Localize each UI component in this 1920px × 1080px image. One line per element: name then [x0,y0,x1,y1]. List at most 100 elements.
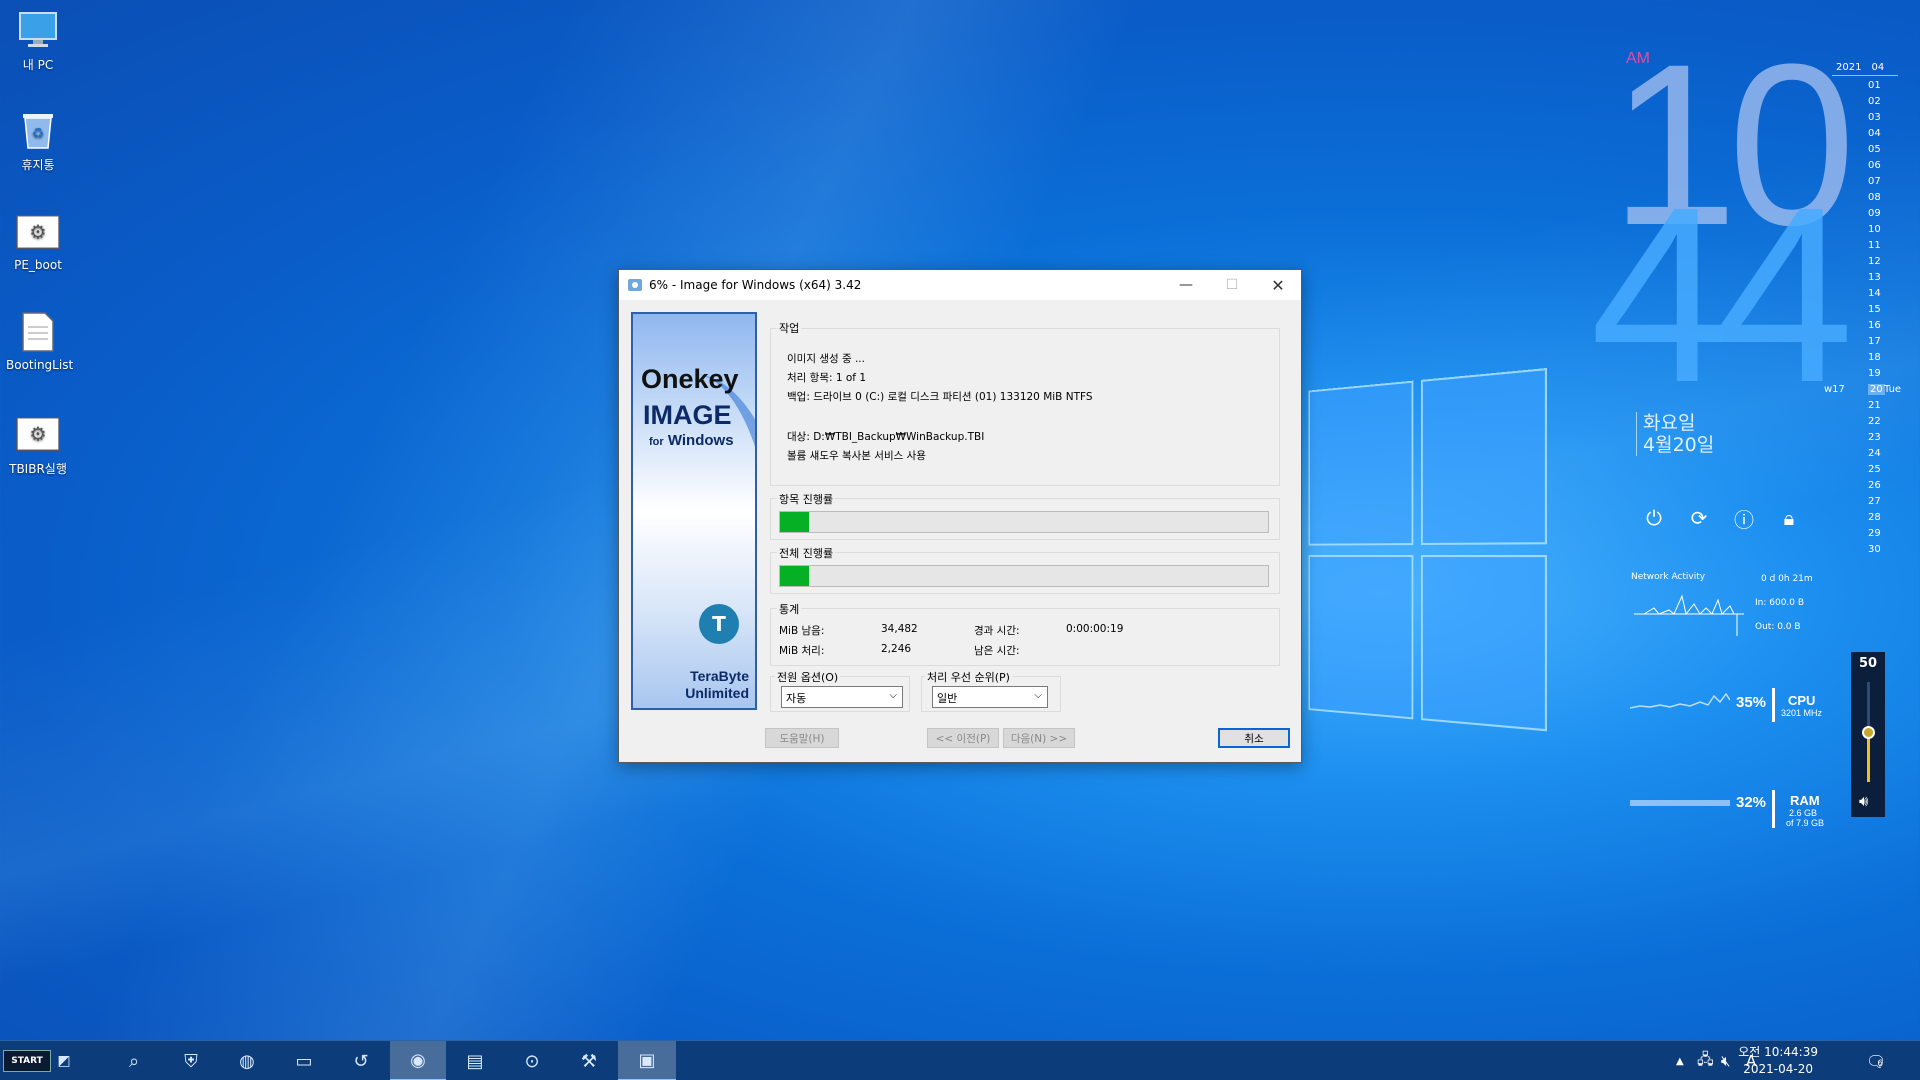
browser-icon[interactable]: ◉ [390,1041,446,1080]
calendar-day: 23 [1868,432,1881,443]
power-icon[interactable]: ⏻ [1641,505,1667,531]
tray-clock-date: 2021-04-20 [1743,1062,1813,1076]
prev-button[interactable]: << 이전(P) [927,728,999,748]
task-vss: 볼륨 섀도우 복사본 서비스 사용 [787,450,926,462]
shutdown-icon[interactable]: ⓘ [1731,505,1757,532]
image-for-windows-taskbar-icon[interactable]: ▣ [618,1041,676,1080]
notification-icon[interactable]: 🗨︎ 6 [1866,1041,1886,1080]
day-name: 화요일 [1643,412,1696,434]
window-icon[interactable]: ▭ [276,1041,332,1080]
media-icon[interactable]: ⊙ [504,1041,560,1080]
power-option-select[interactable]: 자동 ⌵ [781,686,903,708]
next-button[interactable]: 다음(N) >> [1003,728,1075,748]
calendar-day: 01 [1868,80,1881,91]
desktop-icon-label: TBIBR실행 [9,462,67,476]
show-desktop-icon[interactable]: ◩ [52,1041,76,1080]
banner-for-windows: for Windows [649,432,734,449]
desktop-icon-pe-boot[interactable]: ⚙ PE_boot [6,210,70,272]
stats-group [770,608,1280,666]
shield-icon[interactable]: ⛨ [163,1041,219,1080]
image-for-windows-dialog: 6% - Image for Windows (x64) 3.42 — ☐ ✕ … [618,269,1302,763]
power-option-label: 전원 옵션(O) [775,669,841,685]
volume-level: 50 [1858,656,1878,671]
priority-value: 일반 [937,692,958,705]
calendar-day: 19 [1868,368,1881,379]
speaker-icon[interactable]: 🔊︎ [1859,792,1868,810]
svg-text:♻: ♻ [32,126,45,142]
mib-remaining-value: 34,482 [881,623,918,635]
network-uptime: 0 d 0h 21m [1761,574,1813,584]
maximize-button[interactable]: ☐ [1209,270,1255,300]
restore-icon[interactable]: ↺ [333,1041,389,1080]
globe-icon[interactable]: ◍ [219,1041,275,1080]
desktop-icon-label: BootingList [6,358,74,372]
calendar-day: 29 [1868,528,1881,539]
task-group-label: 작업 [777,320,802,336]
product-banner: Onekey IMAGE for Windows T TeraByte Unli… [631,312,757,710]
folder-icon[interactable]: ▤ [447,1041,503,1080]
close-button[interactable]: ✕ [1255,270,1301,300]
desktop-icon-recycle-bin[interactable]: ♻ 휴지통 [6,108,70,173]
calendar-day: 28 [1868,512,1881,523]
cpu-label: CPU [1788,693,1816,708]
mib-remaining-label: MiB 남음: [779,625,825,637]
elapsed-value: 0:00:00:19 [1066,623,1124,635]
cancel-button[interactable]: 취소 [1218,728,1290,748]
calendar-day: 18 [1868,352,1881,363]
desktop-icon-tbibr[interactable]: ⚙ TBIBR실행 [6,412,70,477]
calendar-day: 26 [1868,480,1881,491]
ram-sub1: 2.6 GB [1789,808,1818,818]
ram-bar [1630,800,1730,806]
document-icon [16,310,60,354]
calendar-day: 02 [1868,96,1881,107]
task-source: 백업: 드라이브 0 (C:) 로컬 디스크 파티션 (01) 133120 M… [787,391,1093,403]
total-progress-bar [779,565,1269,587]
svg-text:⚙: ⚙ [29,423,46,446]
calendar-day: 15 [1868,304,1881,315]
desktop-icon-bootinglist[interactable]: BootingList [6,310,74,372]
calendar-day: 17 [1868,336,1881,347]
volume-knob[interactable] [1862,726,1875,739]
restart-icon[interactable]: ⟳ [1686,505,1712,531]
lock-icon[interactable]: 🔒︎ [1776,505,1802,531]
tray-clock[interactable]: 오전 10:44:39 2021-04-20 [1738,1044,1818,1078]
banner-onekey: Onekey [641,364,739,394]
desktop-icon-label: 휴지통 [21,158,55,172]
search-icon[interactable]: ⌕ [106,1041,162,1080]
banner-image: IMAGE [643,400,732,430]
volume-muted-tray-icon[interactable]: 🔇︎ [1721,1041,1730,1080]
calendar-day: 04 [1868,128,1881,139]
cpu-graph [1630,692,1730,709]
network-out: Out: 0.0 B [1755,622,1801,632]
network-tray-icon[interactable]: 🖧︎ [1697,1041,1714,1080]
task-status: 이미지 생성 중 ... [787,353,865,365]
settings-shortcut-icon: ⚙ [16,210,60,254]
volume-widget[interactable]: 50 🔊︎ [1851,652,1885,817]
calendar-column: 2021 04 01 02 03 04 05 06 07 08 09 10 11 12 13 14 15 16… [1824,62,1902,558]
calendar-year: 2021 [1836,62,1862,73]
mib-processed-value: 2,246 [881,643,912,655]
help-button[interactable]: 도움말(H) [765,728,839,748]
mib-processed-label: MiB 처리: [779,645,825,657]
network-title: Network Activity [1631,572,1706,582]
minimize-button[interactable]: — [1163,270,1209,300]
calendar-day: 12 [1868,256,1881,267]
desktop-icon-my-pc[interactable]: 내 PC [6,8,70,73]
chevron-down-icon: ⌵ [1034,690,1042,701]
calendar-day: 22 [1868,416,1881,427]
tool-icon[interactable]: ⚒ [561,1041,617,1080]
tray-clock-time: 오전 10:44:39 [1738,1045,1818,1059]
item-progress-fill [780,512,810,532]
title-bar[interactable]: 6% - Image for Windows (x64) 3.42 — ☐ ✕ [619,270,1301,300]
terabyte-logo-icon: T [699,604,739,644]
calendar-day: 03 [1868,112,1881,123]
calendar-day: 20 w17 Tue [1824,384,1902,395]
network-graph [1634,594,1744,636]
svg-text:⚙: ⚙ [29,221,46,244]
calendar-day: 07 [1868,176,1881,187]
start-button[interactable]: START [3,1050,51,1072]
priority-select[interactable]: 일반 ⌵ [932,686,1048,708]
tray-overflow-icon[interactable]: ▲ [1676,1041,1684,1080]
calendar-day: 25 [1868,464,1881,475]
power-option-value: 자동 [786,692,807,705]
